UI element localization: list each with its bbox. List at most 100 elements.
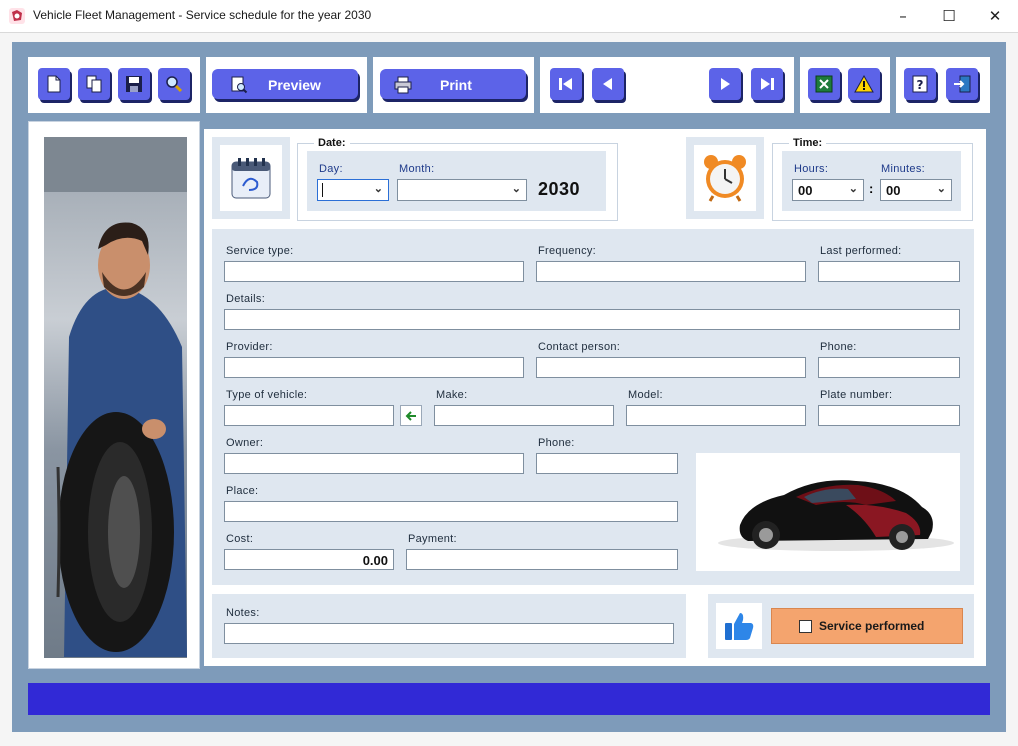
place-input[interactable] — [224, 501, 678, 522]
chevron-down-icon: ⌄ — [848, 183, 858, 195]
maximize-button[interactable]: ☐ — [926, 0, 972, 32]
previous-record-button[interactable] — [592, 68, 624, 100]
thumbs-up-tile — [716, 603, 762, 649]
vehicle-image — [696, 453, 960, 571]
calendar-icon — [231, 158, 271, 199]
print-button[interactable]: Print — [380, 69, 526, 99]
provider-label: Provider: — [226, 341, 273, 353]
make-label: Make: — [436, 389, 468, 401]
notes-input[interactable] — [224, 623, 674, 644]
status-bar — [28, 683, 990, 715]
mechanic-photo — [44, 137, 187, 658]
save-icon — [126, 76, 142, 92]
search-icon — [166, 76, 183, 93]
month-label: Month: — [399, 163, 435, 175]
place-label: Place: — [226, 485, 259, 497]
exit-icon — [954, 75, 971, 93]
alerts-button[interactable] — [848, 68, 880, 100]
first-record-button[interactable] — [550, 68, 582, 100]
service-type-input[interactable] — [224, 261, 524, 282]
svg-text:?: ? — [917, 78, 924, 92]
owner-label: Owner: — [226, 437, 264, 449]
cost-value: 0.00 — [362, 553, 388, 568]
day-label: Day: — [319, 163, 343, 175]
warning-icon — [854, 74, 874, 93]
cost-input[interactable]: 0.00 — [224, 549, 394, 570]
plate-number-label: Plate number: — [820, 389, 893, 401]
contact-person-input[interactable] — [536, 357, 806, 378]
pick-vehicle-button[interactable] — [400, 405, 422, 426]
preview-icon — [231, 76, 248, 94]
minutes-label: Minutes: — [881, 163, 925, 175]
phone-input[interactable] — [818, 357, 960, 378]
close-button[interactable]: ✕ — [972, 0, 1018, 32]
chevron-down-icon: ⌄ — [936, 183, 946, 195]
owner-phone-label: Phone: — [538, 437, 575, 449]
service-performed-label: Service performed — [819, 619, 925, 633]
service-performed-checkbox[interactable] — [799, 620, 812, 633]
last-record-button[interactable] — [751, 68, 783, 100]
make-input[interactable] — [434, 405, 614, 426]
plate-number-input[interactable] — [818, 405, 960, 426]
hours-label: Hours: — [794, 163, 829, 175]
new-button[interactable] — [38, 68, 70, 100]
details-input[interactable] — [224, 309, 960, 330]
year-display: 2030 — [538, 179, 581, 199]
hours-value: 00 — [798, 183, 813, 198]
print-label: Print — [440, 77, 472, 93]
printer-icon — [394, 76, 412, 94]
help-button[interactable]: ? — [904, 68, 936, 100]
provider-input[interactable] — [224, 357, 524, 378]
preview-button[interactable]: Preview — [212, 69, 358, 99]
service-type-label: Service type: — [226, 245, 294, 257]
phone-label: Phone: — [820, 341, 857, 353]
owner-input[interactable] — [224, 453, 524, 474]
frequency-input[interactable] — [536, 261, 806, 282]
search-button[interactable] — [158, 68, 190, 100]
time-group-title: Time: — [789, 137, 827, 149]
text-cursor — [322, 183, 323, 197]
copy-icon — [86, 75, 102, 93]
app-icon — [8, 7, 26, 25]
payment-input[interactable] — [406, 549, 678, 570]
next-record-button[interactable] — [709, 68, 741, 100]
export-excel-button[interactable] — [808, 68, 840, 100]
cost-label: Cost: — [226, 533, 254, 545]
copy-button[interactable] — [78, 68, 110, 100]
month-select[interactable]: ⌄ — [397, 179, 527, 201]
thumbs-up-icon — [725, 613, 754, 640]
frequency-label: Frequency: — [538, 245, 597, 257]
chevron-down-icon: ⌄ — [511, 183, 521, 195]
time-separator: : — [869, 181, 874, 196]
title-bar: Vehicle Fleet Management - Service sched… — [0, 0, 1018, 32]
save-button[interactable] — [118, 68, 150, 100]
prev-icon — [603, 78, 612, 90]
notes-label: Notes: — [226, 607, 260, 619]
contact-person-label: Contact person: — [538, 341, 621, 353]
date-group-title: Date: — [314, 137, 350, 149]
minutes-select[interactable]: 00 ⌄ — [880, 179, 952, 201]
hours-select[interactable]: 00 ⌄ — [792, 179, 864, 201]
payment-label: Payment: — [408, 533, 457, 545]
minimize-button[interactable]: – — [880, 0, 926, 32]
type-of-vehicle-input[interactable] — [224, 405, 394, 426]
last-performed-input[interactable] — [818, 261, 960, 282]
last-icon — [761, 78, 774, 90]
clock-tile — [686, 137, 764, 219]
alarm-clock-icon — [704, 155, 746, 202]
day-select[interactable]: ⌄ — [317, 179, 389, 201]
chevron-down-icon: ⌄ — [373, 183, 383, 195]
model-input[interactable] — [626, 405, 806, 426]
help-icon: ? — [912, 75, 928, 93]
arrow-left-icon — [405, 411, 416, 421]
new-icon — [47, 75, 61, 93]
exit-button[interactable] — [946, 68, 978, 100]
service-performed-toggle[interactable]: Service performed — [771, 608, 963, 644]
minutes-value: 00 — [886, 183, 901, 198]
preview-label: Preview — [268, 77, 321, 93]
next-icon — [721, 78, 730, 90]
type-of-vehicle-label: Type of vehicle: — [226, 389, 308, 401]
owner-phone-input[interactable] — [536, 453, 678, 474]
calendar-tile — [212, 137, 290, 219]
excel-icon — [815, 75, 833, 93]
